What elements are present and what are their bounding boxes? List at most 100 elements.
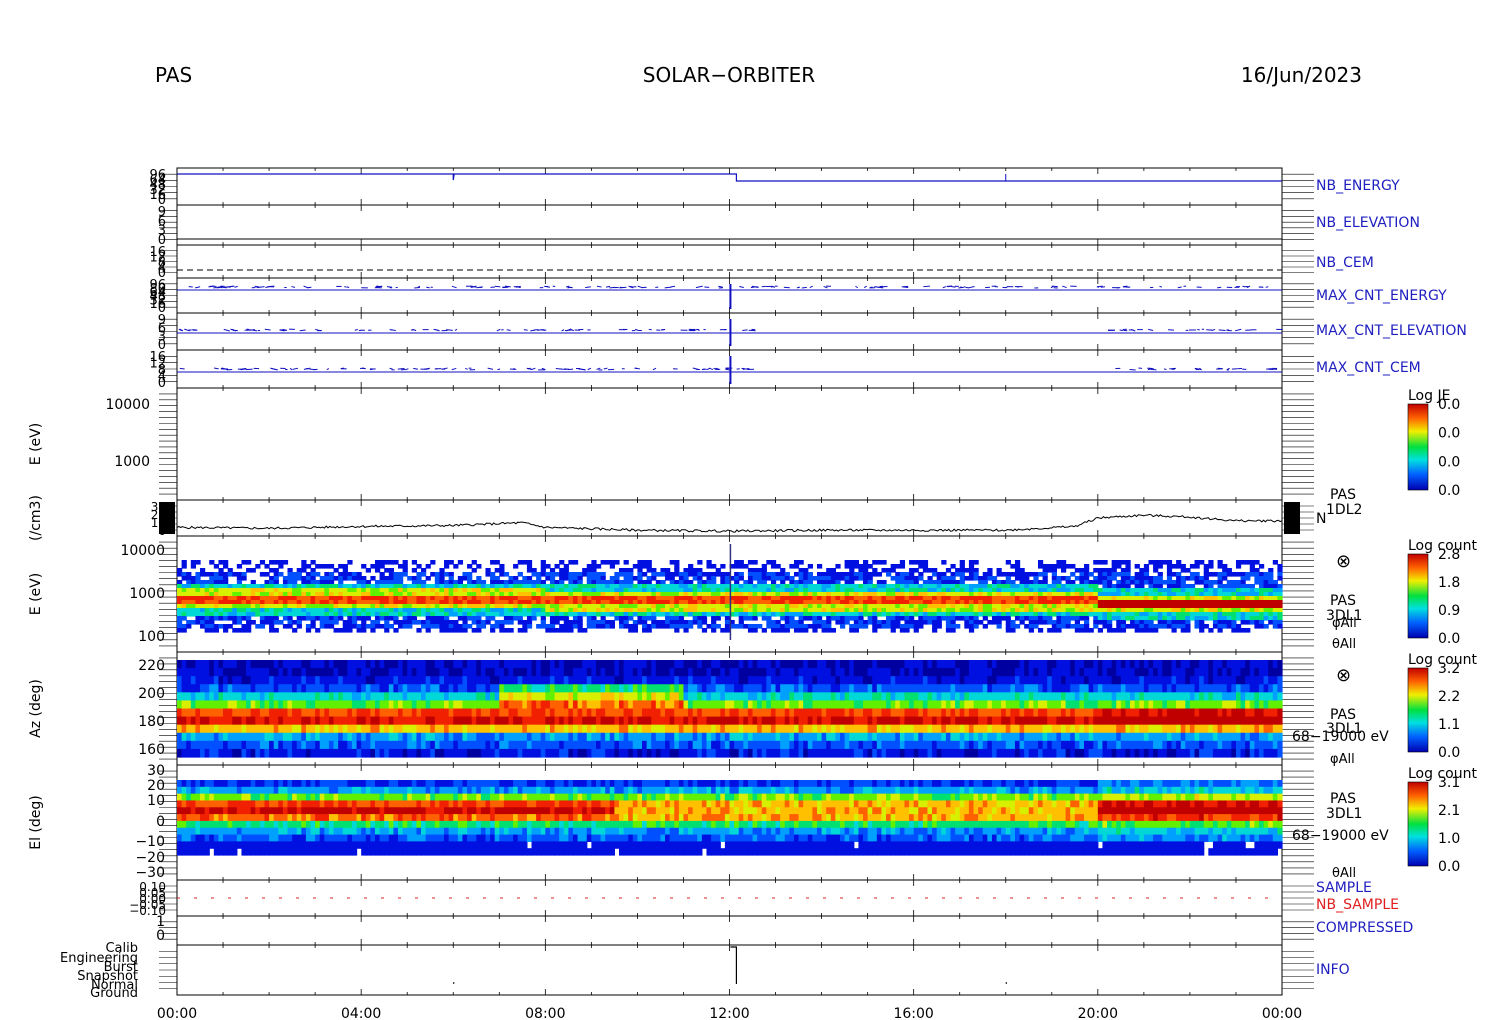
pixel bbox=[393, 584, 399, 589]
pixel bbox=[586, 564, 592, 569]
pixel bbox=[651, 592, 657, 597]
pixel bbox=[591, 588, 597, 593]
pixel bbox=[568, 584, 574, 589]
pixel bbox=[278, 740, 284, 750]
pixel bbox=[586, 596, 592, 601]
pixel bbox=[715, 612, 721, 617]
pixel bbox=[1051, 576, 1057, 581]
pixel bbox=[812, 604, 818, 609]
pixel bbox=[577, 624, 583, 629]
pixel bbox=[945, 612, 952, 617]
pixel bbox=[379, 612, 385, 617]
pixel bbox=[204, 592, 210, 597]
pixel bbox=[416, 604, 422, 609]
pixel bbox=[411, 600, 418, 605]
fragment bbox=[249, 329, 256, 331]
pixel bbox=[522, 600, 528, 605]
pixel bbox=[1139, 624, 1145, 629]
pixel bbox=[264, 724, 270, 734]
pixel bbox=[305, 584, 312, 589]
pixel bbox=[411, 616, 418, 621]
pixel bbox=[213, 748, 220, 758]
pixel bbox=[209, 580, 215, 585]
pixel bbox=[292, 604, 298, 609]
pixel bbox=[1051, 600, 1057, 605]
ytick-label: 1000 bbox=[114, 454, 150, 470]
pixel bbox=[959, 584, 965, 589]
pixel bbox=[1263, 616, 1269, 621]
pixel bbox=[425, 612, 431, 617]
pixel bbox=[1199, 600, 1205, 605]
pixel bbox=[895, 584, 901, 589]
pixel bbox=[711, 628, 717, 633]
pixel bbox=[798, 624, 804, 629]
pixel bbox=[1065, 612, 1071, 617]
pixel bbox=[1249, 592, 1255, 597]
pixel bbox=[683, 572, 689, 577]
pixel bbox=[365, 588, 371, 593]
pixel bbox=[328, 592, 335, 597]
fragment bbox=[801, 286, 807, 289]
pixel bbox=[614, 612, 620, 617]
pixel bbox=[278, 700, 284, 710]
pixel bbox=[941, 560, 947, 565]
pixel bbox=[374, 612, 381, 617]
pixel bbox=[1130, 588, 1136, 593]
pixel bbox=[1203, 600, 1209, 605]
panel-5 bbox=[159, 349, 1314, 389]
pixel bbox=[932, 588, 938, 593]
pixel bbox=[867, 620, 873, 625]
axis-ylabel: (/cm3) bbox=[28, 495, 44, 541]
pixel bbox=[932, 580, 938, 585]
pixel bbox=[287, 620, 293, 625]
pixel bbox=[572, 584, 579, 589]
pixel bbox=[190, 716, 197, 726]
pixel bbox=[826, 596, 832, 601]
pixel bbox=[830, 612, 836, 617]
pixel bbox=[190, 724, 197, 734]
pixel bbox=[384, 580, 390, 585]
fragment bbox=[1097, 285, 1103, 288]
pixel bbox=[531, 588, 537, 593]
pixel bbox=[559, 568, 565, 573]
pixel bbox=[909, 560, 915, 565]
pixel bbox=[1111, 600, 1117, 605]
pixel bbox=[1130, 604, 1136, 609]
pixel bbox=[660, 584, 666, 589]
pixel bbox=[1162, 560, 1168, 565]
pixel bbox=[853, 596, 860, 601]
pixel bbox=[177, 668, 183, 677]
pixel bbox=[922, 604, 929, 609]
pixel bbox=[927, 620, 933, 625]
pixel bbox=[227, 584, 233, 589]
pixel bbox=[204, 600, 210, 605]
pixel bbox=[1226, 600, 1232, 605]
colorbar-tick: 2.8 bbox=[1438, 547, 1460, 563]
pixel bbox=[282, 660, 289, 669]
pixel bbox=[190, 692, 197, 702]
pixel bbox=[236, 660, 243, 669]
pixel bbox=[747, 584, 754, 589]
pixel bbox=[996, 624, 1002, 629]
pixel bbox=[858, 588, 864, 593]
pixel bbox=[218, 592, 224, 597]
pixel bbox=[683, 596, 689, 601]
pixel bbox=[1143, 596, 1150, 601]
pixel bbox=[1134, 628, 1140, 633]
pixel bbox=[480, 608, 487, 613]
pixel bbox=[181, 700, 187, 710]
pixel bbox=[1065, 620, 1071, 625]
pixel bbox=[227, 568, 233, 573]
pixel bbox=[273, 732, 279, 742]
pixel bbox=[213, 604, 220, 609]
pixel bbox=[549, 584, 556, 589]
pixel bbox=[678, 596, 685, 601]
pixel bbox=[922, 568, 929, 573]
pixel bbox=[296, 668, 302, 677]
pixel bbox=[292, 600, 298, 605]
pixel bbox=[1019, 592, 1025, 597]
pixel bbox=[457, 560, 464, 565]
pixel bbox=[453, 584, 459, 589]
pixel bbox=[563, 624, 569, 629]
pixel bbox=[849, 612, 855, 617]
